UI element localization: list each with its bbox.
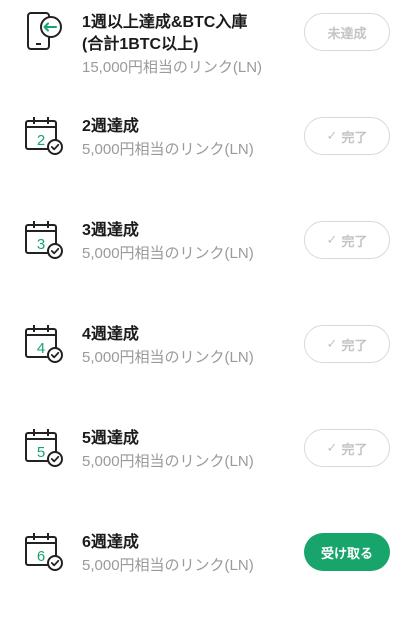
- calendar-week-4-icon: 4: [22, 322, 66, 366]
- mission-text: 4週達成 5,000円相当のリンク(LN): [82, 324, 292, 369]
- check-icon: ✓: [326, 128, 338, 143]
- mission-reward: 5,000円相当のリンク(LN): [82, 557, 254, 574]
- status-label: 完了: [341, 233, 368, 249]
- phone-deposit-icon: [22, 10, 66, 54]
- status-label: 受け取る: [320, 545, 373, 561]
- status-label: 完了: [341, 441, 368, 457]
- mission-row-3-weeks: 3 3週達成 5,000円相当のリンク(LN) ✓ 完了: [0, 208, 414, 312]
- mission-text: 5週達成 5,000円相当のリンク(LN): [82, 428, 292, 473]
- status-label: 未達成: [327, 25, 367, 41]
- week-number: 4: [37, 340, 45, 357]
- mission-title: 1週以上達成&BTC入庫 (合計1BTC以上): [82, 14, 248, 53]
- mission-reward: 5,000円相当のリンク(LN): [82, 453, 254, 470]
- mission-reward: 15,000円相当のリンク(LN): [82, 59, 263, 76]
- mission-title: 2週達成: [82, 118, 139, 135]
- calendar-week-5-icon: 5: [22, 426, 66, 470]
- mission-row-1-week-deposit: 1週以上達成&BTC入庫 (合計1BTC以上) 15,000円相当のリンク(LN…: [0, 0, 414, 104]
- week-number: 2: [37, 132, 45, 149]
- completed-button[interactable]: ✓ 完了: [304, 117, 390, 155]
- calendar-week-2-icon: 2: [22, 114, 66, 158]
- completed-button[interactable]: ✓ 完了: [304, 429, 390, 467]
- mission-reward: 5,000円相当のリンク(LN): [82, 141, 254, 158]
- not-achieved-button[interactable]: 未達成: [304, 13, 390, 51]
- completed-button[interactable]: ✓ 完了: [304, 325, 390, 363]
- status-label: 完了: [341, 129, 368, 145]
- mission-title: 5週達成: [82, 430, 139, 447]
- mission-row-5-weeks: 5 5週達成 5,000円相当のリンク(LN) ✓ 完了: [0, 416, 414, 520]
- mission-list: 1週以上達成&BTC入庫 (合計1BTC以上) 15,000円相当のリンク(LN…: [0, 0, 414, 640]
- calendar-week-6-icon: 6: [22, 530, 66, 574]
- week-number: 6: [37, 548, 45, 565]
- mission-title: 4週達成: [82, 326, 139, 343]
- week-number: 3: [37, 236, 45, 253]
- claim-reward-button[interactable]: 受け取る: [304, 533, 390, 571]
- mission-text: 2週達成 5,000円相当のリンク(LN): [82, 116, 292, 161]
- mission-text: 1週以上達成&BTC入庫 (合計1BTC以上) 15,000円相当のリンク(LN…: [82, 12, 292, 79]
- mission-row-4-weeks: 4 4週達成 5,000円相当のリンク(LN) ✓ 完了: [0, 312, 414, 416]
- mission-title: 3週達成: [82, 222, 139, 239]
- mission-text: 6週達成 5,000円相当のリンク(LN): [82, 532, 292, 577]
- mission-row-2-weeks: 2 2週達成 5,000円相当のリンク(LN) ✓ 完了: [0, 104, 414, 208]
- check-icon: ✓: [326, 336, 338, 351]
- mission-reward: 5,000円相当のリンク(LN): [82, 245, 254, 262]
- mission-reward: 5,000円相当のリンク(LN): [82, 349, 254, 366]
- check-icon: ✓: [326, 232, 338, 247]
- mission-row-6-weeks: 6 6週達成 5,000円相当のリンク(LN) 受け取る: [0, 520, 414, 624]
- status-label: 完了: [341, 337, 368, 353]
- week-number: 5: [37, 444, 45, 461]
- calendar-week-3-icon: 3: [22, 218, 66, 262]
- check-icon: ✓: [326, 440, 338, 455]
- mission-text: 3週達成 5,000円相当のリンク(LN): [82, 220, 292, 265]
- completed-button[interactable]: ✓ 完了: [304, 221, 390, 259]
- mission-title: 6週達成: [82, 534, 139, 551]
